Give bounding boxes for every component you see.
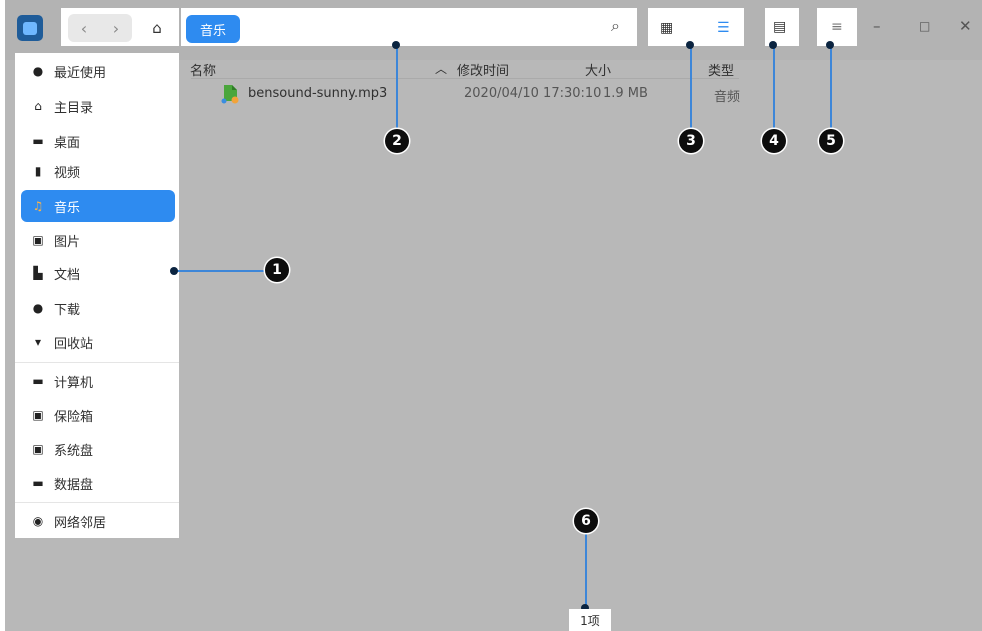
desktop-icon: ▬ — [32, 134, 44, 148]
sidebar-item-label: 下载 — [54, 302, 81, 318]
sidebar-item-trash[interactable]: ▾ 回收站 — [21, 326, 175, 358]
callout-dot-2 — [392, 41, 400, 49]
sort-ascending-icon[interactable]: ︿ — [435, 60, 447, 77]
file-name[interactable]: bensound-sunny.mp3 — [248, 86, 387, 101]
sidebar-divider — [15, 362, 179, 363]
callout-badge-5: 5 — [819, 129, 843, 153]
detail-panel-icon[interactable]: ▤ — [773, 19, 786, 35]
maximize-icon[interactable]: □ — [919, 19, 930, 33]
minimize-icon[interactable]: – — [873, 17, 881, 35]
callout-badge-2: 2 — [385, 129, 409, 153]
sidebar-item-vault[interactable]: ▣ 保险箱 — [21, 399, 175, 431]
callout-line-4 — [773, 45, 775, 129]
sidebar-item-label: 回收站 — [54, 336, 94, 352]
document-icon: ▙ — [33, 266, 43, 280]
home-icon: ⌂ — [34, 99, 42, 113]
computer-icon: ▬ — [32, 374, 44, 388]
sidebar-item-label: 主目录 — [54, 100, 94, 116]
vault-icon: ▣ — [32, 408, 44, 422]
sidebar-item-computer[interactable]: ▬ 计算机 — [21, 365, 175, 397]
sidebar-item-home[interactable]: ⌂ 主目录 — [21, 90, 175, 122]
sidebar-item-recent[interactable]: ● 最近使用 — [21, 55, 175, 87]
video-icon: ▮ — [34, 164, 42, 178]
sidebar-item-pictures[interactable]: ▣ 图片 — [21, 224, 175, 256]
callout-badge-6: 6 — [574, 509, 598, 533]
column-header-modified[interactable]: 修改时间 — [457, 60, 509, 79]
file-modified: 2020/04/10 17:30:10 — [464, 86, 602, 101]
sidebar-item-label: 网络邻居 — [54, 515, 107, 531]
callout-badge-4: 4 — [762, 129, 786, 153]
callout-dot-4 — [769, 41, 777, 49]
file-type: 音频 — [714, 90, 741, 105]
header-divider — [191, 78, 739, 79]
column-header-size[interactable]: 大小 — [585, 60, 611, 79]
sidebar-item-label: 桌面 — [54, 135, 81, 151]
sidebar-item-network[interactable]: ◉ 网络邻居 — [21, 505, 175, 537]
download-icon: ● — [32, 301, 44, 315]
search-icon[interactable]: ⌕ — [611, 16, 620, 36]
callout-dot-3 — [686, 41, 694, 49]
app-icon — [17, 15, 43, 41]
sidebar-item-data-disk[interactable]: ▬ 数据盘 — [21, 467, 175, 499]
sidebar-divider — [15, 502, 179, 503]
file-size: 1.9 MB — [603, 86, 648, 101]
close-icon[interactable]: ✕ — [959, 17, 972, 35]
sidebar: ● 最近使用 ⌂ 主目录 ▬ 桌面 ▮ 视频 ♫ 音乐 ▣ 图片 ▙ 文档 ● — [15, 53, 179, 538]
picture-icon: ▣ — [32, 233, 44, 247]
grid-icon[interactable]: ▦ — [660, 20, 673, 36]
sidebar-item-label: 保险箱 — [54, 409, 94, 425]
music-file-icon — [221, 85, 239, 104]
sidebar-item-label: 文档 — [54, 267, 81, 283]
home-icon[interactable]: ⌂ — [143, 14, 171, 42]
breadcrumb-music[interactable]: 音乐 — [186, 15, 240, 43]
column-header-name[interactable]: 名称 — [190, 60, 216, 79]
callout-dot-5 — [826, 41, 834, 49]
callout-line-3 — [690, 45, 692, 129]
callout-dot-1 — [170, 267, 178, 275]
system-disk-icon: ▣ — [32, 442, 44, 456]
sidebar-item-label: 计算机 — [54, 375, 94, 391]
list-icon[interactable]: ☰ — [717, 20, 730, 36]
chevron-right-icon[interactable]: › — [113, 19, 119, 38]
address-bar[interactable] — [181, 8, 637, 46]
music-icon: ♫ — [32, 199, 44, 213]
chevron-left-icon[interactable]: ‹ — [81, 19, 87, 38]
sidebar-item-documents[interactable]: ▙ 文档 — [21, 257, 175, 289]
sidebar-item-label: 最近使用 — [54, 65, 107, 81]
column-header-type[interactable]: 类型 — [708, 60, 734, 79]
data-disk-icon: ▬ — [32, 476, 44, 490]
sidebar-item-videos[interactable]: ▮ 视频 — [21, 155, 175, 187]
sidebar-item-system-disk[interactable]: ▣ 系统盘 — [21, 433, 175, 465]
callout-line-6 — [585, 533, 587, 609]
sidebar-item-label: 视频 — [54, 165, 81, 181]
callout-badge-1: 1 — [265, 258, 289, 282]
sidebar-item-desktop[interactable]: ▬ 桌面 — [21, 125, 175, 157]
sidebar-item-label: 图片 — [54, 234, 81, 250]
sidebar-item-label: 系统盘 — [54, 443, 94, 459]
callout-line-2 — [396, 45, 398, 129]
callout-line-1 — [173, 270, 275, 272]
trash-icon: ▾ — [34, 335, 42, 349]
file-manager-window: ‹ › ⌂ 音乐 ⌕ ▦ ☰ ▤ ≡ – □ ✕ ● 最近使用 ⌂ 主目录 ▬ … — [5, 0, 982, 631]
callout-line-5 — [830, 45, 832, 129]
history-nav: ‹ › — [68, 14, 132, 42]
sidebar-item-music[interactable]: ♫ 音乐 — [21, 190, 175, 222]
sidebar-item-label: 数据盘 — [54, 477, 94, 493]
sidebar-item-label: 音乐 — [54, 200, 81, 216]
menu-icon[interactable]: ≡ — [831, 19, 843, 35]
network-icon: ◉ — [32, 514, 44, 528]
clock-icon: ● — [32, 64, 44, 78]
item-count: 1项 — [569, 609, 611, 631]
callout-badge-3: 3 — [679, 129, 703, 153]
sidebar-item-downloads[interactable]: ● 下载 — [21, 292, 175, 324]
